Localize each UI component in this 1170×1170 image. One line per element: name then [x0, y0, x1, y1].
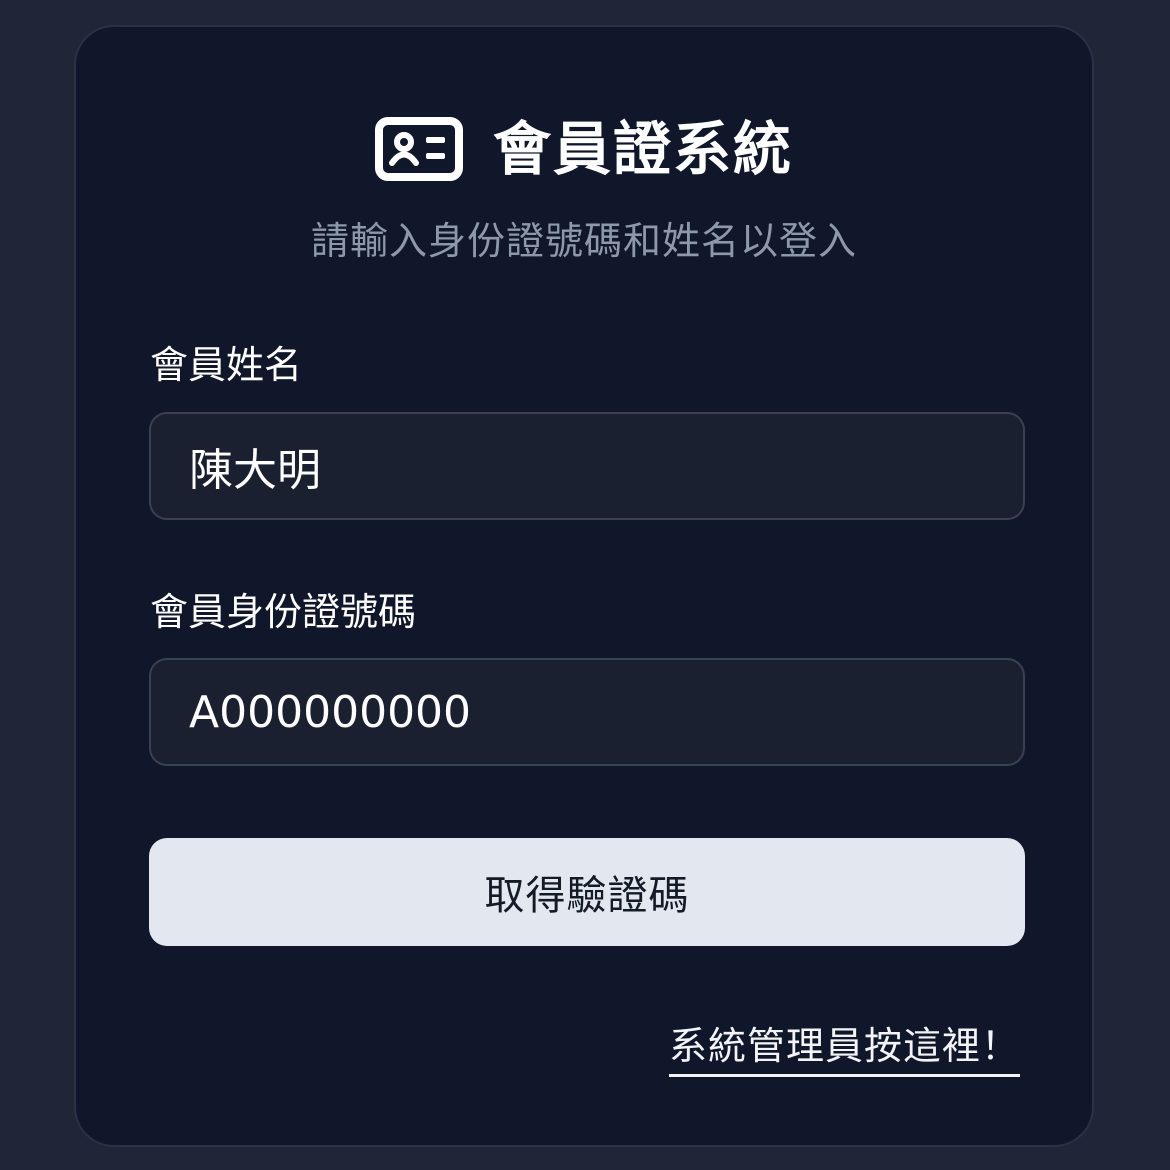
- get-verification-code-button[interactable]: 取得驗證碼: [149, 838, 1025, 946]
- admin-link[interactable]: 系統管理員按這裡！: [668, 1024, 1020, 1077]
- id-number-label: 會員身份證號碼: [150, 590, 417, 634]
- header: 會員證系統: [76, 115, 1092, 183]
- page-subtitle: 請輸入身份證號碼和姓名以登入: [310, 219, 857, 263]
- id-number-input[interactable]: [149, 658, 1025, 766]
- login-card: 會員證系統 請輸入身份證號碼和姓名以登入 會員姓名 會員身份證號碼 取得驗證碼 …: [74, 25, 1094, 1147]
- name-input[interactable]: [149, 412, 1025, 520]
- name-label: 會員姓名: [150, 343, 303, 387]
- id-card-icon: [374, 117, 463, 181]
- page-title: 會員證系統: [492, 115, 793, 183]
